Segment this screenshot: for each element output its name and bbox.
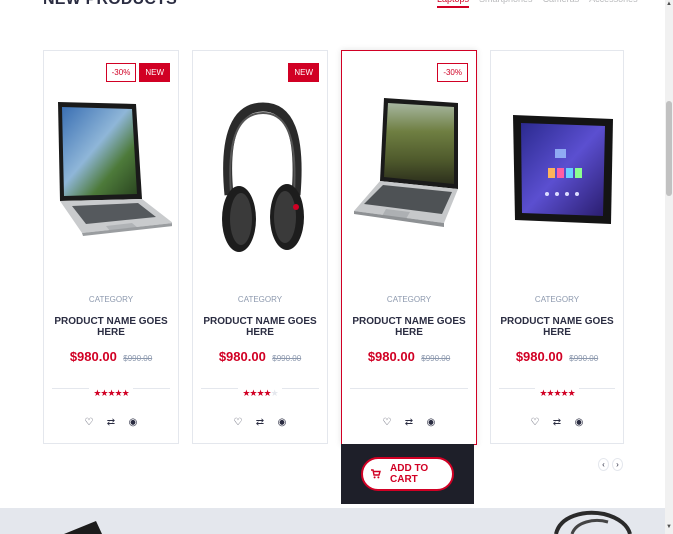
product-old-price: $990.00	[569, 354, 599, 363]
exchange-icon[interactable]: ⇄	[106, 417, 116, 429]
product-name[interactable]: product name goes here	[342, 316, 476, 338]
vertical-scrollbar[interactable]: ▲ ▼	[665, 0, 673, 534]
add-to-cart-panel: add to cart	[341, 444, 474, 504]
category-tabs: Laptops Smartphones Cameras Accessories	[437, 0, 638, 8]
tab-laptops[interactable]: Laptops	[437, 0, 470, 8]
product-rating: ★★★★★	[89, 388, 133, 398]
tab-smartphones[interactable]: Smartphones	[479, 0, 533, 8]
sale-badge: -30%	[437, 63, 468, 82]
exchange-icon[interactable]: ⇄	[255, 417, 265, 429]
eye-icon[interactable]: ◉	[128, 417, 138, 429]
product-rating: ★★★★★	[535, 388, 579, 398]
next-arrow-icon[interactable]: ›	[612, 458, 623, 471]
scroll-up-icon[interactable]: ▲	[665, 1, 673, 7]
exchange-icon[interactable]: ⇄	[552, 417, 562, 429]
eye-icon[interactable]: ◉	[277, 417, 287, 429]
divider	[350, 388, 468, 389]
product-price: $980.00	[367, 349, 415, 364]
product-old-price: $990.00	[421, 354, 451, 363]
headphones-icon[interactable]	[201, 93, 321, 273]
shopping-cart-icon	[371, 469, 381, 479]
eye-icon[interactable]: ◉	[426, 417, 436, 429]
tablet-icon[interactable]	[499, 93, 619, 273]
product-name[interactable]: product name goes here	[491, 316, 623, 338]
product-card[interactable]: Category product name goes here $980.00 …	[490, 50, 624, 444]
scrollbar-thumb[interactable]	[666, 101, 672, 196]
product-old-price: $990.00	[272, 354, 302, 363]
banner-product-images	[64, 510, 632, 534]
product-category[interactable]: Category	[342, 295, 476, 304]
add-to-cart-label: add to cart	[390, 463, 429, 485]
new-badge: NEW	[139, 63, 170, 82]
product-old-price: $990.00	[123, 354, 153, 363]
product-category[interactable]: Category	[44, 295, 178, 304]
sale-badge: -30%	[105, 63, 137, 82]
product-price: $980.00	[515, 349, 563, 364]
product-category[interactable]: Category	[491, 295, 623, 304]
new-badge: NEW	[288, 63, 319, 82]
tab-cameras[interactable]: Cameras	[543, 0, 580, 8]
eye-icon[interactable]: ◉	[574, 417, 584, 429]
exchange-icon[interactable]: ⇄	[404, 417, 414, 429]
heart-icon[interactable]: ♡	[84, 417, 94, 429]
product-name[interactable]: product name goes here	[44, 316, 178, 338]
product-price: $980.00	[69, 349, 117, 364]
product-name[interactable]: product name goes here	[193, 316, 327, 338]
product-card[interactable]: -30% NEW Category product name goes here…	[43, 50, 179, 444]
product-category[interactable]: Category	[193, 295, 327, 304]
heart-icon[interactable]: ♡	[382, 417, 392, 429]
laptop-icon[interactable]	[350, 93, 470, 273]
section-title: New Products	[43, 0, 177, 9]
slider-nav: ‹ ›	[598, 458, 623, 471]
product-card[interactable]: NEW Category product name goes here $980…	[192, 50, 328, 444]
laptop-icon[interactable]	[52, 93, 172, 273]
prev-arrow-icon[interactable]: ‹	[598, 458, 609, 471]
hot-deal-banner	[0, 508, 665, 534]
product-rating: ★★★★★	[238, 388, 282, 398]
scroll-down-icon[interactable]: ▼	[665, 524, 673, 530]
heart-icon[interactable]: ♡	[233, 417, 243, 429]
product-price: $980.00	[218, 349, 266, 364]
add-to-cart-button[interactable]: add to cart	[361, 457, 454, 491]
product-card[interactable]: -30% Category product name goes here $98…	[341, 50, 477, 445]
tab-accessories[interactable]: Accessories	[589, 0, 638, 8]
heart-icon[interactable]: ♡	[530, 417, 540, 429]
